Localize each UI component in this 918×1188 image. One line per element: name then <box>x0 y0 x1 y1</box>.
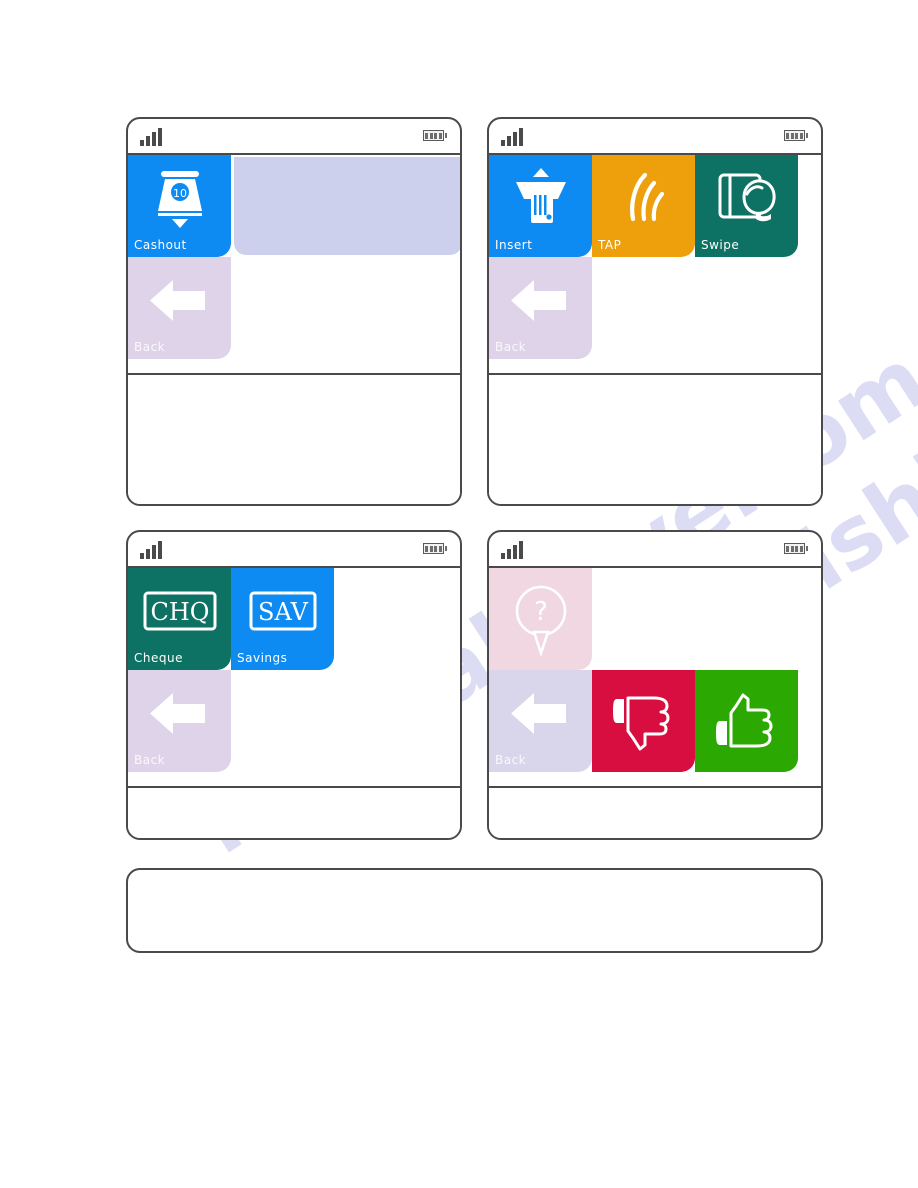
card-insert-icon <box>489 163 592 233</box>
back-arrow-icon <box>128 678 231 748</box>
manual-page: 10 Cashout Back Insert TAP Swipe Back CH… <box>0 0 918 1188</box>
screen-area: CHQ Cheque SAV Savings Back <box>128 568 460 786</box>
signal-bars-icon <box>501 128 523 146</box>
back-tile[interactable]: Back <box>489 257 592 359</box>
terminal-panel-card-entry: Insert TAP Swipe Back <box>487 117 823 506</box>
cashout-tile[interactable]: 10 Cashout <box>128 155 231 257</box>
status-bar <box>489 119 821 155</box>
svg-text:SAV: SAV <box>258 598 309 626</box>
status-bar <box>128 532 460 568</box>
card-swipe-hand-icon <box>695 163 798 233</box>
keypad-tray <box>489 788 821 838</box>
status-bar <box>489 532 821 568</box>
signal-bars-icon <box>140 541 162 559</box>
terminal-panel-cashout: 10 Cashout Back <box>126 117 462 506</box>
bottom-blank-strip <box>126 868 823 953</box>
help-tile[interactable]: ? <box>489 568 592 670</box>
back-tile-label: Back <box>495 340 527 354</box>
back-tile[interactable]: Back <box>489 670 592 772</box>
battery-icon <box>783 543 808 554</box>
savings-tile[interactable]: SAV Savings <box>231 568 334 670</box>
cheque-tile[interactable]: CHQ Cheque <box>128 568 231 670</box>
thumbs-down-icon <box>592 686 695 758</box>
back-arrow-icon <box>128 265 231 335</box>
signal-bars-icon <box>501 541 523 559</box>
thumbs-up-icon <box>695 686 798 758</box>
back-tile[interactable]: Back <box>128 670 231 772</box>
insert-tile-label: Insert <box>495 238 533 252</box>
savings-tile-label: Savings <box>237 651 288 665</box>
status-bar <box>128 119 460 155</box>
back-tile-label: Back <box>134 753 166 767</box>
insert-tile[interactable]: Insert <box>489 155 592 257</box>
keypad-tray <box>128 375 460 504</box>
swipe-tile-label: Swipe <box>701 238 740 252</box>
back-tile-label: Back <box>495 753 527 767</box>
back-tile-label: Back <box>134 340 166 354</box>
battery-icon <box>422 130 447 141</box>
svg-text:10: 10 <box>173 187 187 200</box>
terminal-panel-confirm: ? Back <box>487 530 823 840</box>
svg-text:CHQ: CHQ <box>150 598 209 626</box>
contactless-waves-icon <box>592 163 695 233</box>
tap-tile-label: TAP <box>598 238 622 252</box>
amount-placeholder <box>234 157 460 255</box>
battery-icon <box>422 543 447 554</box>
battery-icon <box>783 130 808 141</box>
reject-tile[interactable] <box>592 670 695 772</box>
chq-badge-icon: CHQ <box>128 576 231 646</box>
question-bubble-icon: ? <box>489 580 592 658</box>
swipe-tile[interactable]: Swipe <box>695 155 798 257</box>
cheque-tile-label: Cheque <box>134 651 183 665</box>
sav-badge-icon: SAV <box>231 576 334 646</box>
back-arrow-icon <box>489 678 592 748</box>
screen-area: 10 Cashout Back <box>128 155 460 373</box>
back-tile[interactable]: Back <box>128 257 231 359</box>
keypad-tray <box>128 788 460 838</box>
signal-bars-icon <box>140 128 162 146</box>
cashout-tile-label: Cashout <box>134 238 187 252</box>
terminal-panel-account-type: CHQ Cheque SAV Savings Back <box>126 530 462 840</box>
svg-text:?: ? <box>534 597 548 627</box>
back-arrow-icon <box>489 265 592 335</box>
tap-tile[interactable]: TAP <box>592 155 695 257</box>
accept-tile[interactable] <box>695 670 798 772</box>
screen-area: Insert TAP Swipe Back <box>489 155 821 373</box>
cash-dispenser-icon: 10 <box>128 163 231 233</box>
screen-area: ? Back <box>489 568 821 786</box>
keypad-tray <box>489 375 821 504</box>
